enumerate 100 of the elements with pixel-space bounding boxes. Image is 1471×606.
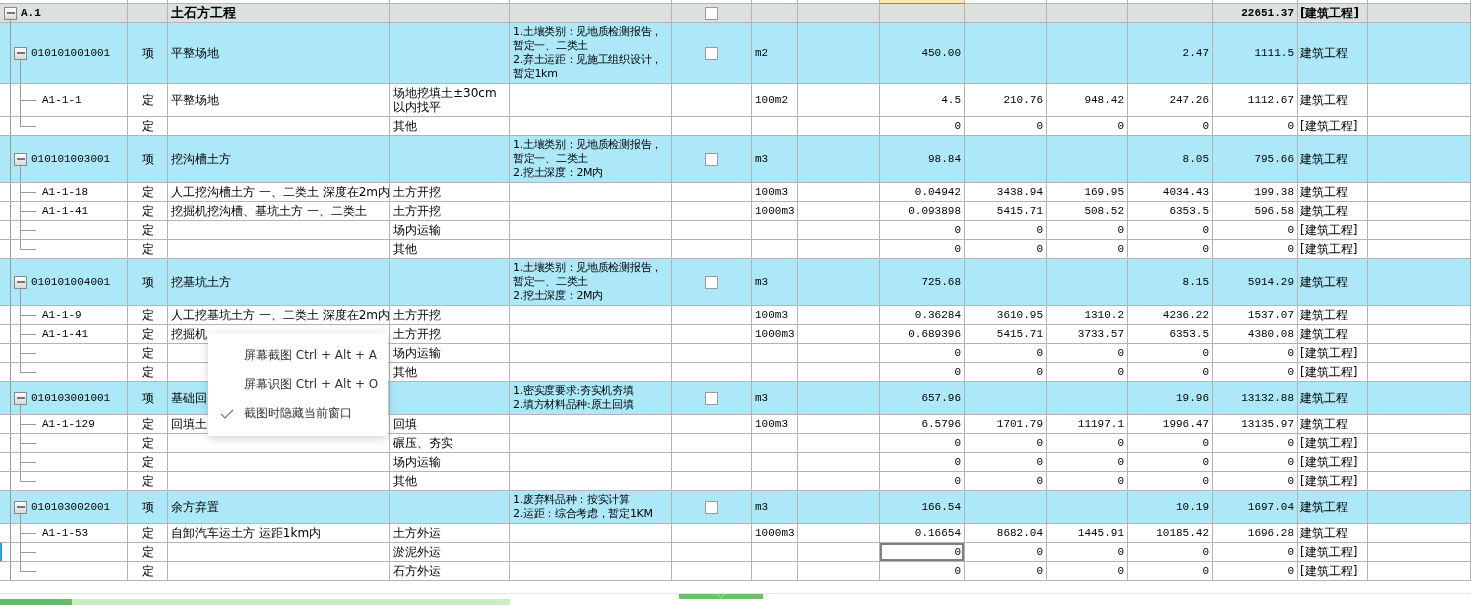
table-cell: 100m3 (752, 306, 798, 325)
checkbox[interactable] (705, 6, 718, 20)
table-cell: 4034.43 (1128, 183, 1213, 202)
minus-icon (16, 49, 25, 57)
table-cell: 0 (880, 344, 965, 363)
table-cell: 建筑工程 (1298, 202, 1368, 221)
table-cell: 247.26 (1128, 84, 1213, 117)
table-cell: 0 (1213, 344, 1298, 363)
table-cell: 项 (128, 491, 168, 524)
table-cell: 0 (880, 434, 965, 453)
item-code: A1-1-18 (42, 185, 89, 199)
table-cell (752, 221, 798, 240)
table-cell: 余方弃置 (168, 491, 390, 524)
table-cell: 土方外运 (390, 524, 510, 543)
table-cell: 1000m3 (752, 325, 798, 344)
table-cell: 19.96 (1128, 382, 1213, 415)
collapse-handle[interactable] (679, 594, 763, 599)
table-cell: 1000m3 (752, 524, 798, 543)
table-cell: 3438.94 (965, 183, 1047, 202)
table-cell: [建筑工程] (1298, 4, 1368, 23)
item-code: A.1 (21, 6, 41, 20)
table-cell: 1701.79 (965, 415, 1047, 434)
table-cell: m3 (752, 491, 798, 524)
table-cell: [建筑工程] (1298, 221, 1368, 240)
description-line: 2.弃土运距：见施工组织设计，暂定1km (513, 53, 663, 81)
item-code: A1-1-9 (42, 308, 82, 322)
collapse-toggle[interactable] (14, 152, 27, 166)
table-cell: 5914.29 (1213, 259, 1298, 306)
table-cell: 挖掘机挖沟槽、基坑土方 一、二类土 (168, 202, 390, 221)
table-cell: 建筑工程 (1298, 491, 1368, 524)
description-line: 2.挖土深度：2M内 (513, 289, 603, 303)
table-cell: 0 (1213, 453, 1298, 472)
table-cell: 场内运输 (390, 221, 510, 240)
minus-icon (16, 394, 25, 402)
table-cell: 8.05 (1128, 136, 1213, 183)
table-cell: m2 (752, 23, 798, 84)
table-cell: 8.15 (1128, 259, 1213, 306)
table-cell: 0 (1128, 453, 1213, 472)
checkbox[interactable] (705, 152, 718, 166)
table-cell: 0 (1047, 221, 1128, 240)
table-cell: 建筑工程 (1298, 136, 1368, 183)
table-cell: 0 (880, 562, 965, 581)
table-cell: 166.54 (880, 491, 965, 524)
table-cell: m3 (752, 259, 798, 306)
checkbox[interactable] (705, 391, 718, 405)
collapse-toggle[interactable] (4, 6, 17, 20)
checkbox[interactable] (705, 275, 718, 289)
table-cell: 657.96 (880, 382, 965, 415)
checkmark-icon (220, 408, 234, 419)
table-cell: 948.42 (1047, 84, 1128, 117)
table-cell: 回填 (390, 415, 510, 434)
table-cell: 建筑工程 (1298, 306, 1368, 325)
collapse-toggle[interactable] (14, 391, 27, 405)
table-cell: 场地挖填土±30cm以内找平 (390, 84, 510, 117)
table-cell: 碾压、夯实 (390, 434, 510, 453)
checkbox[interactable] (705, 500, 718, 514)
table-cell: [建筑工程] (1298, 543, 1368, 562)
table-cell (752, 562, 798, 581)
table-cell: 土方开挖 (390, 306, 510, 325)
collapse-toggle[interactable] (14, 275, 27, 289)
table-cell: 0 (965, 543, 1047, 562)
table-cell: 建筑工程 (1298, 259, 1368, 306)
table-cell (752, 344, 798, 363)
table-cell: 土方开挖 (390, 202, 510, 221)
item-code: A1-1-1 (42, 93, 82, 107)
table-cell: 1697.04 (1213, 491, 1298, 524)
table-cell: 项 (128, 23, 168, 84)
item-code: 010101003001 (31, 152, 111, 166)
table-cell (752, 434, 798, 453)
table-cell: 土方开挖 (390, 325, 510, 344)
collapse-toggle[interactable] (14, 46, 27, 60)
item-code: A1-1-53 (42, 526, 89, 540)
table-cell: 2.47 (1128, 23, 1213, 84)
collapse-toggle[interactable] (14, 500, 27, 514)
table-cell: 定 (128, 434, 168, 453)
item-code: A1-1-41 (42, 327, 89, 341)
checkbox[interactable] (705, 46, 718, 60)
table-cell: 0.04942 (880, 183, 965, 202)
table-cell: 1996.47 (1128, 415, 1213, 434)
table-cell: 建筑工程 (1298, 84, 1368, 117)
table-cell: 0 (965, 344, 1047, 363)
table-cell: 1537.07 (1213, 306, 1298, 325)
description-line: 1.废弃料品种：按实计算 (513, 493, 630, 507)
menu-item[interactable]: 屏幕截图 Ctrl + Alt + A (208, 341, 388, 370)
table-cell: 平整场地 (168, 84, 390, 117)
table-cell: 596.58 (1213, 202, 1298, 221)
table-cell: 建筑工程 (1298, 183, 1368, 202)
table-cell: 建筑工程 (1298, 415, 1368, 434)
table-cell: 挖基坑土方 (168, 259, 390, 306)
table-cell: 定 (128, 84, 168, 117)
table-cell: 13132.88 (1213, 382, 1298, 415)
table-cell: 22651.37 (1213, 4, 1298, 23)
table-cell: 0 (1128, 562, 1213, 581)
table-cell: 定 (128, 325, 168, 344)
table-cell: 项 (128, 259, 168, 306)
table-cell: 人工挖沟槽土方 一、二类土 深度在2m内 (168, 183, 390, 202)
table-cell: 平整场地 (168, 23, 390, 84)
table-cell: 1310.2 (1047, 306, 1128, 325)
table-cell: 3733.57 (1047, 325, 1128, 344)
table-cell (752, 453, 798, 472)
